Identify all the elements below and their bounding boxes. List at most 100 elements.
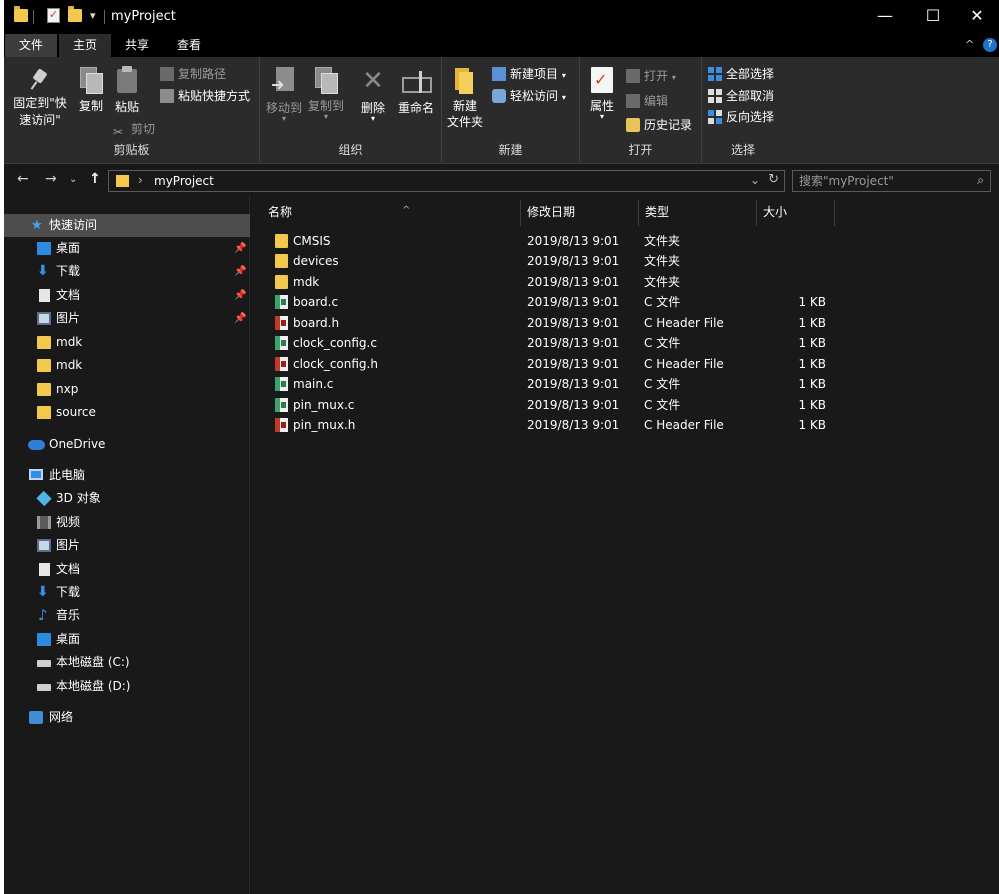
cut-button[interactable]: ✂ 剪切 (113, 120, 155, 139)
sidebar-item-quick-access[interactable]: ★ 快速访问 (4, 214, 250, 237)
sidebar-item-mdk[interactable]: mdk (4, 331, 250, 354)
file-row-main-c[interactable]: main.c 2019/8/13 9:01 C 文件 1 KB (268, 374, 828, 394)
sidebar-item-label: 网络 (49, 710, 74, 724)
refresh-icon[interactable]: ↻ (768, 172, 779, 187)
move-to-button[interactable]: 移动到 ▾ (264, 67, 304, 123)
group-label-select: 选择 (730, 143, 755, 157)
select-all-button[interactable]: 全部选择 (708, 65, 774, 82)
paste-shortcut-button[interactable]: 粘贴快捷方式 (160, 87, 250, 104)
sidebar-item-source[interactable]: source (4, 401, 250, 424)
copy-to-button[interactable]: 复制到 ▾ (306, 67, 346, 121)
column-header-name[interactable]: ^ 名称 (268, 200, 521, 226)
sidebar-item-pictures[interactable]: 图片 📌 (4, 307, 250, 330)
file-row-mdk[interactable]: mdk 2019/8/13 9:01 文件夹 (268, 272, 828, 292)
easy-access-label: 轻松访问 (510, 89, 559, 103)
select-none-label: 全部取消 (726, 89, 775, 103)
file-name: board.h (293, 316, 340, 330)
pin-icon[interactable]: 📌 (234, 307, 246, 330)
collapse-ribbon-icon[interactable]: ^ (965, 38, 974, 51)
up-arrow-icon[interactable]: ↑ (89, 171, 101, 187)
file-row-cmsis[interactable]: CMSIS 2019/8/13 9:01 文件夹 (268, 231, 828, 251)
file-name: board.c (293, 295, 339, 309)
file-row-board-h[interactable]: board.h 2019/8/13 9:01 C Header File 1 K… (268, 313, 828, 333)
sidebar-item-downloads[interactable]: ⬇ 下载 📌 (4, 260, 250, 283)
sidebar-item-downloads[interactable]: ⬇ 下载 (4, 581, 250, 604)
sidebar-item-label: 文档 (56, 562, 81, 576)
select-none-button[interactable]: 全部取消 (708, 87, 774, 104)
recent-locations-icon[interactable]: ⌄ (69, 174, 77, 185)
file-row-pin-mux-c[interactable]: pin_mux.c 2019/8/13 9:01 C 文件 1 KB (268, 395, 828, 415)
invert-selection-button[interactable]: 反向选择 (708, 108, 774, 125)
search-box[interactable]: ⌕ (792, 170, 991, 192)
forward-arrow-icon[interactable]: → (45, 171, 57, 187)
copy-button[interactable]: 复制 (74, 67, 108, 114)
sidebar-item-label: 文档 (56, 288, 81, 302)
properties-button[interactable]: 属性 ▾ (586, 67, 618, 121)
help-icon[interactable]: ? (983, 38, 997, 52)
rename-button[interactable]: 重命名 (396, 69, 436, 116)
sidebar-item-desktop[interactable]: 桌面 (4, 628, 250, 651)
tab-view[interactable]: 查看 (165, 34, 213, 57)
sidebar-item-drive-c[interactable]: 本地磁盘 (C:) (4, 651, 250, 674)
minimize-button[interactable]: — (865, 5, 905, 29)
sidebar-item-videos[interactable]: 视频 (4, 511, 250, 534)
sidebar-item-nxp[interactable]: nxp (4, 378, 250, 401)
sidebar-item-this-pc[interactable]: 此电脑 (4, 464, 250, 487)
history-button[interactable]: 历史记录 (626, 116, 692, 133)
column-header-type[interactable]: 类型 (641, 200, 757, 226)
paste-button[interactable]: 粘贴 (112, 66, 142, 115)
file-row-clock-config-c[interactable]: clock_config.c 2019/8/13 9:01 C 文件 1 KB (268, 333, 828, 353)
pin-icon[interactable]: 📌 (234, 237, 246, 260)
properties-quick-icon[interactable]: ✓ (47, 8, 60, 23)
sidebar-item-onedrive[interactable]: OneDrive (4, 433, 250, 456)
sidebar-item-documents[interactable]: 文档 📌 (4, 284, 250, 307)
pin-icon[interactable]: 📌 (234, 284, 246, 307)
close-button[interactable]: ✕ (957, 5, 997, 29)
edit-button[interactable]: 编辑 (626, 92, 668, 109)
tab-share[interactable]: 共享 (113, 34, 161, 57)
tab-home[interactable]: 主页 (59, 34, 111, 57)
picture-icon (37, 539, 51, 552)
copy-path-button[interactable]: 复制路径 (160, 65, 226, 82)
address-bar[interactable]: › myProject ⌄ ↻ (108, 170, 785, 192)
folder-icon (37, 336, 51, 349)
new-item-button[interactable]: 新建项目 ▾ (492, 65, 566, 82)
star-icon: ★ (31, 218, 43, 233)
column-header-modified[interactable]: 修改日期 (523, 200, 639, 226)
open-button[interactable]: 打开 ▾ (626, 67, 676, 84)
customize-quick-access-icon[interactable]: ▾ (90, 9, 96, 22)
file-modified: 2019/8/13 9:01 (527, 254, 620, 268)
sidebar-item-drive-d[interactable]: 本地磁盘 (D:) (4, 675, 250, 698)
file-name: pin_mux.c (293, 398, 355, 412)
new-folder-button[interactable]: 新建 文件夹 (446, 68, 484, 130)
sidebar-item-desktop[interactable]: 桌面 📌 (4, 237, 250, 260)
file-row-devices[interactable]: devices 2019/8/13 9:01 文件夹 (268, 251, 828, 271)
sidebar-item-pictures[interactable]: 图片 (4, 534, 250, 557)
file-modified: 2019/8/13 9:01 (527, 418, 620, 432)
file-row-pin-mux-h[interactable]: pin_mux.h 2019/8/13 9:01 C Header File 1… (268, 415, 828, 435)
delete-button[interactable]: ✕ 删除 ▾ (358, 67, 388, 123)
sidebar-item-music[interactable]: ♪ 音乐 (4, 604, 250, 627)
breadcrumb-chevron-icon[interactable]: › (138, 173, 143, 187)
search-input[interactable] (799, 173, 959, 189)
sidebar-item-mdk[interactable]: mdk (4, 354, 250, 377)
tab-file[interactable]: 文件 (5, 34, 57, 57)
breadcrumb[interactable]: myProject (154, 174, 214, 188)
maximize-button[interactable]: ☐ (913, 5, 953, 29)
pin-icon[interactable]: 📌 (234, 260, 246, 283)
easy-access-button[interactable]: 轻松访问 ▾ (492, 87, 566, 104)
folder-icon (37, 406, 51, 419)
file-row-clock-config-h[interactable]: clock_config.h 2019/8/13 9:01 C Header F… (268, 354, 828, 374)
folder-icon (37, 359, 51, 372)
column-header-size[interactable]: 大小 (759, 200, 835, 226)
onedrive-icon (28, 440, 45, 450)
sidebar-item-3d-objects[interactable]: 3D 对象 (4, 487, 250, 510)
sidebar-item-network[interactable]: 网络 (4, 706, 250, 729)
back-arrow-icon[interactable]: ← (17, 171, 29, 187)
sidebar-item-documents[interactable]: 文档 (4, 558, 250, 581)
file-row-board-c[interactable]: board.c 2019/8/13 9:01 C 文件 1 KB (268, 292, 828, 312)
address-history-icon[interactable]: ⌄ (750, 173, 760, 187)
new-folder-quick-icon[interactable] (68, 6, 82, 22)
folder-icon (275, 234, 288, 248)
pin-to-quick-access-button[interactable]: 固定到"快速访问" (10, 69, 70, 129)
